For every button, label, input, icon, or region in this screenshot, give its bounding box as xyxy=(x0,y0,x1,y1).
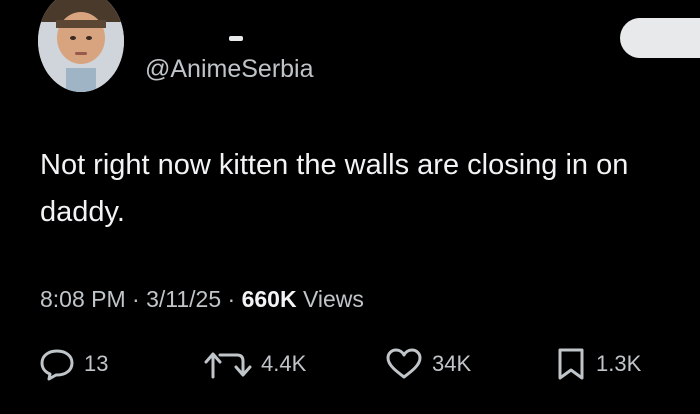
tweet-meta: 8:08 PM · 3/11/25 · 660K Views xyxy=(40,283,364,315)
views-count[interactable]: 660K xyxy=(242,286,297,312)
tweet-date[interactable]: 3/11/25 xyxy=(146,286,221,312)
reply-count: 13 xyxy=(84,351,109,376)
heart-icon xyxy=(384,347,424,381)
repost-button[interactable]: 4.4K xyxy=(203,344,306,384)
meta-separator: · xyxy=(132,286,140,312)
avatar-image xyxy=(38,0,124,92)
repost-count: 4.4K xyxy=(261,351,307,376)
tweet-text: Not right now kitten the walls are closi… xyxy=(40,149,629,228)
reply-button[interactable]: 13 xyxy=(38,344,108,384)
reply-icon xyxy=(38,347,76,381)
like-button[interactable]: 34K xyxy=(384,344,471,384)
bookmark-icon xyxy=(554,346,588,382)
repost-icon xyxy=(203,347,253,381)
bookmark-button[interactable]: 1.3K xyxy=(554,344,641,384)
follow-button[interactable] xyxy=(620,18,700,58)
bookmark-count: 1.3K xyxy=(596,351,642,376)
views-label: Views xyxy=(302,286,364,312)
like-count: 34K xyxy=(432,351,472,376)
author-handle[interactable]: @AnimeSerbia xyxy=(145,52,314,86)
meta-separator: · xyxy=(227,286,236,312)
avatar[interactable] xyxy=(38,0,124,92)
display-name-fragment xyxy=(229,36,243,41)
tweet-time[interactable]: 8:08 PM xyxy=(40,286,126,312)
